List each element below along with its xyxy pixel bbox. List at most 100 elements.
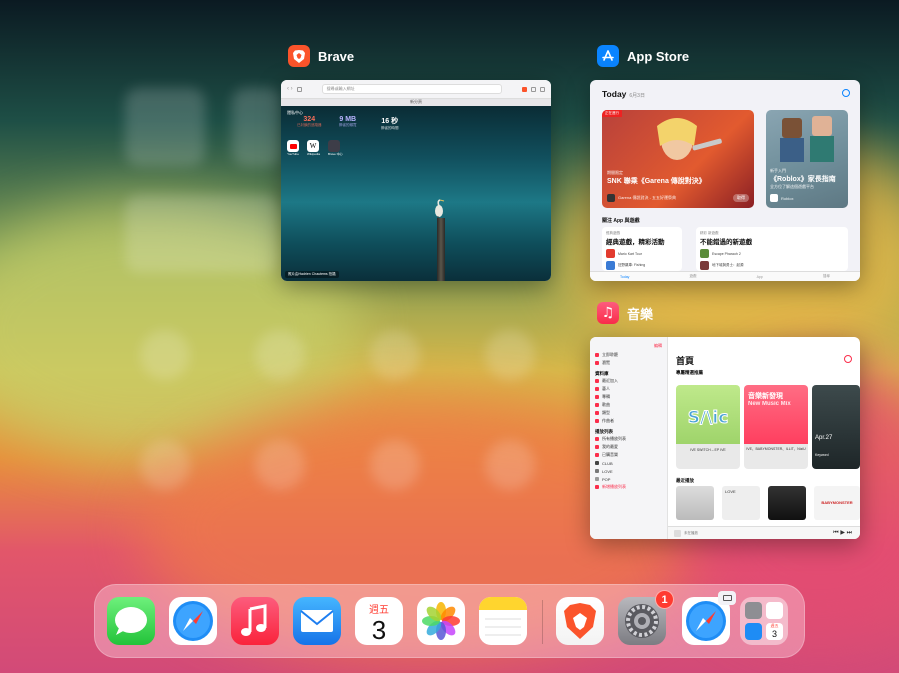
sidebar-item-listen-now[interactable]: 立即聆聽 <box>595 351 662 359</box>
garena-app-icon <box>607 194 615 202</box>
list-item[interactable]: 狂野飆車: Fishing <box>606 261 678 270</box>
tile-ive-switch[interactable]: S/\ic IVE SWITCH – EP IVE <box>676 385 740 469</box>
account-icon[interactable] <box>842 89 850 97</box>
shortcut-youtube[interactable]: YouTube <box>287 140 299 156</box>
brave-switcher-header[interactable]: Brave <box>288 45 354 67</box>
brave-app-card[interactable]: ‹ › 搜尋或輸入網址 新分頁 隱私中心 324 已封鎖的追蹤器 9 MB 節省的頻… <box>281 80 551 281</box>
now-playing-label: 未在播放 <box>684 530 698 535</box>
tile-new-music-mix[interactable]: 音樂新發現 New Music Mix IVE、BABYMONSTER、ILLI… <box>744 385 808 469</box>
appstore-app-card[interactable]: Today 6月3日 正在進行 期間限定 SNK 聯乘《Garena 傳說對決》 … <box>590 80 860 281</box>
recent-item[interactable] <box>768 486 806 520</box>
list-item[interactable]: Mario Kart Tour <box>606 249 678 258</box>
recent-item[interactable] <box>676 486 714 520</box>
list-item[interactable]: Escape Pharaoh 2 <box>700 249 844 258</box>
sidebar-item-albums[interactable]: 專輯 <box>595 393 662 401</box>
shortcut-wikipedia[interactable]: W Wikipedia <box>307 140 320 156</box>
brave-toolbar: ‹ › 搜尋或輸入網址 <box>281 80 551 99</box>
sidebar-item-purchased[interactable]: 已購音樂 <box>595 451 662 459</box>
dock-calendar[interactable]: 週五 3 <box>355 597 403 645</box>
hero2-subtitle: 全方位了解這個遊戲平台 <box>770 184 814 189</box>
sidebar-item-browse[interactable]: 瀏覽 <box>595 359 662 367</box>
edit-button[interactable]: 編輯 <box>595 343 662 349</box>
tile-caption: IVE SWITCH – EP IVE <box>690 448 726 452</box>
calendar-day: 3 <box>371 615 387 645</box>
featured-card-garena[interactable]: 正在進行 期間限定 SNK 聯乘《Garena 傳說對決》 Garena 傳說對… <box>602 110 754 208</box>
account-icon[interactable] <box>844 355 852 363</box>
cart-icon <box>595 453 599 457</box>
sidebar-item-love[interactable]: LOVE <box>595 467 662 475</box>
play-icon[interactable]: ⏮ ▶ ⏭ <box>833 529 852 537</box>
grid-icon <box>595 361 599 365</box>
featured-card-roblox[interactable]: 新手入門 《Roblox》家長指南 全方位了解這個遊戲平台 Roblox <box>766 110 848 208</box>
wikipedia-icon: W <box>307 140 319 152</box>
sidebar-item-recent[interactable]: 最近加入 <box>595 377 662 385</box>
plus-icon <box>595 485 599 489</box>
app-icon <box>700 249 709 258</box>
dock-app-library[interactable]: 週五 3 <box>740 597 788 645</box>
dock-notes[interactable] <box>479 597 527 645</box>
live-badge: 正在進行 <box>602 110 622 117</box>
sidebar-item-songs[interactable]: 歌曲 <box>595 401 662 409</box>
shortcut-row: YouTube W Wikipedia Brave 中心 <box>287 140 343 156</box>
dock-brave[interactable] <box>556 597 604 645</box>
compass-icon <box>173 601 213 641</box>
photo-credit: 照片由Hadrien Chautems 拍攝 <box>285 271 339 278</box>
music-switcher-header[interactable]: ♫ 音樂 <box>597 302 653 324</box>
recent-item[interactable]: BABYMONSTER <box>814 486 860 520</box>
sidebar-item-genres[interactable]: 類型 <box>595 409 662 417</box>
sidebar-item-club[interactable]: CLUB <box>595 459 662 467</box>
tile-keyword[interactable]: Apr.27 Keyword <box>812 385 860 469</box>
tab-search[interactable]: 搜尋 <box>823 274 830 279</box>
appstore-icon <box>597 45 619 67</box>
svg-text:S/\ic: S/\ic <box>688 408 729 428</box>
hero-artwork <box>657 118 722 160</box>
appstore-switcher-header[interactable]: App Store <box>597 45 689 67</box>
new-playlist-button[interactable]: 新增播放列表 <box>595 483 662 491</box>
get-button[interactable]: 取得 <box>733 194 749 202</box>
ive-switch-artwork: S/\ic <box>687 408 729 429</box>
stat-trackers: 324 已封鎖的追蹤器 <box>297 116 322 127</box>
panel-classic-games[interactable]: 經典遊戲 經典遊戲，精彩活動 Mario Kart Tour 狂野飆車: Fis… <box>602 227 682 271</box>
shortcut-brave[interactable]: Brave 中心 <box>328 140 343 156</box>
sidebar-item-favorites[interactable]: 我的最愛 <box>595 443 662 451</box>
dock-safari[interactable] <box>169 597 217 645</box>
sidebar-item-composers[interactable]: 作曲者 <box>595 417 662 425</box>
mini-settings-icon <box>745 602 762 619</box>
stat-time: 16 秒節省的時間 <box>381 118 399 130</box>
music-app-card[interactable]: 編輯 立即聆聽 瀏覽 資料庫 最近加入 藝人 專輯 歌曲 類型 作曲者 播放列表… <box>590 337 860 539</box>
hero2-kicker: 新手入門 <box>770 168 786 173</box>
wooden-post <box>437 218 445 281</box>
roblox-characters-art <box>780 116 834 162</box>
tab-today[interactable]: Today <box>620 275 629 279</box>
panel-new-games[interactable]: 精彩 新遊戲 不能錯過的新遊戲 Escape Pharaoh 2 地下城與勇士：… <box>696 227 848 271</box>
album-icon <box>595 395 599 399</box>
dock-music[interactable] <box>231 597 279 645</box>
tab-games[interactable]: 遊戲 <box>689 274 696 279</box>
composer-icon <box>595 419 599 423</box>
sidebar-item-all-playlists[interactable]: 所有播放列表 <box>595 435 662 443</box>
brave-address-bar[interactable]: 搜尋或輸入網址 <box>321 84 502 94</box>
playlist-cover-icon <box>595 461 599 465</box>
sidebar-item-artists[interactable]: 藝人 <box>595 385 662 393</box>
recent-item[interactable]: LOVE <box>722 486 760 520</box>
dock-messages[interactable] <box>107 597 155 645</box>
music-home: 首頁 專屬精選推薦 <box>676 354 860 376</box>
mini-player[interactable]: 未在播放 ⏮ ▶ ⏭ <box>668 526 860 539</box>
hero1-title: SNK 聯乘《Garena 傳說對決》 <box>607 178 706 185</box>
hero1-app-line: Garena 傳說對決 - 五五好運祭典 <box>618 195 677 200</box>
appstore-tab-bar: Today 遊戲 App 搜尋 <box>590 271 860 281</box>
hero2-title: 《Roblox》家長指南 <box>770 176 836 183</box>
ipad-icon <box>722 595 732 601</box>
dock-mail[interactable] <box>293 597 341 645</box>
music-note-icon: ♫ <box>597 302 619 324</box>
photos-flower-icon <box>422 602 460 640</box>
dock-photos[interactable] <box>417 597 465 645</box>
brave-shield-icon <box>522 86 527 92</box>
tile-title: 音樂新發現 <box>748 393 783 400</box>
sidebar-item-pop[interactable]: POP <box>595 475 662 483</box>
settings-notification-badge: 1 <box>655 590 674 609</box>
tab-apps[interactable]: App <box>757 275 763 279</box>
section-title: 關注 App 與遊戲 <box>602 218 640 224</box>
list-item[interactable]: 地下城與勇士：起源 <box>700 261 844 270</box>
app-icon <box>606 261 615 270</box>
